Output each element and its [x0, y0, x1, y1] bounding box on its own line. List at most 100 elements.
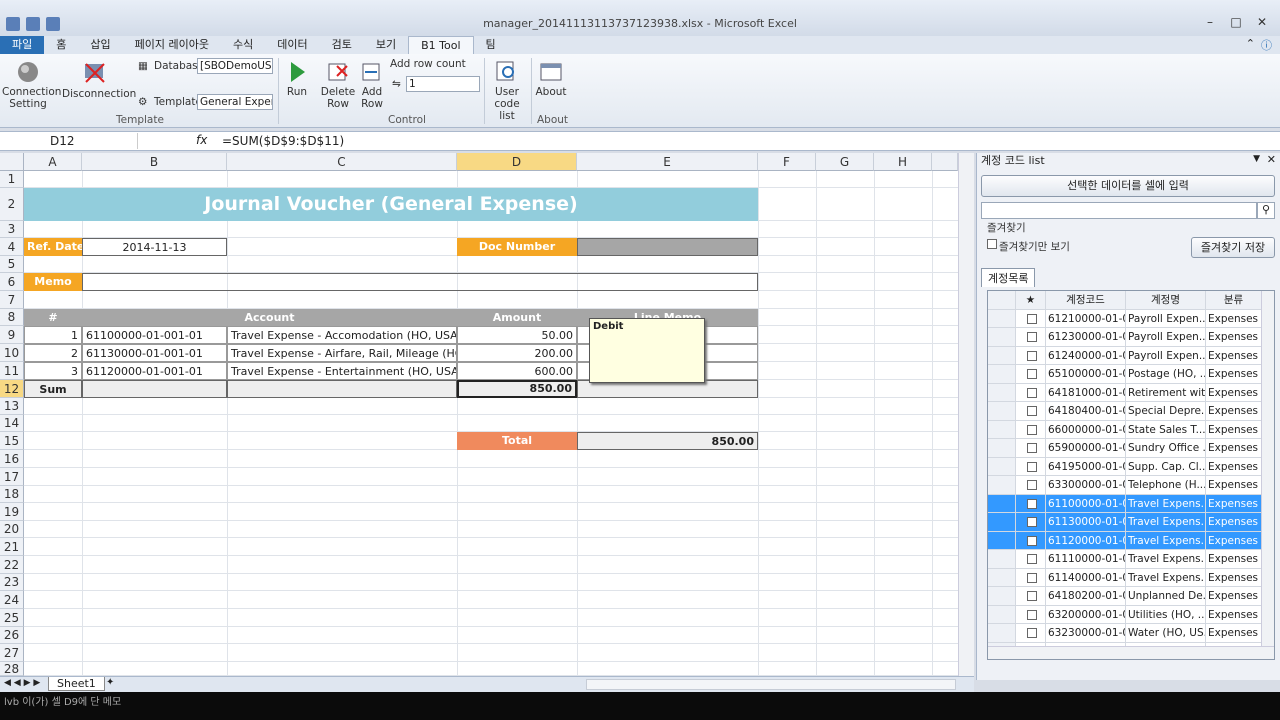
panel-menu-icon[interactable]: ▼ — [1253, 154, 1260, 164]
line-amount[interactable]: 600.00 — [457, 362, 577, 380]
tab-page-layout[interactable]: 페이지 레이아웃 — [123, 36, 221, 54]
template-select[interactable]: General Expen — [197, 94, 273, 110]
save-favorites-button[interactable]: 즐겨찾기 저장 — [1191, 237, 1275, 258]
account-row[interactable]: 65100000-01-0...Postage (HO, ...Expenses — [988, 365, 1262, 384]
row-header[interactable]: 24 — [0, 591, 24, 609]
help-icon[interactable]: ⓘ — [1261, 37, 1272, 53]
fx-icon[interactable]: fx — [196, 133, 207, 147]
select-all-corner[interactable] — [0, 153, 24, 171]
favorite-checkbox[interactable] — [1026, 498, 1037, 509]
row-header[interactable]: 16 — [0, 450, 24, 468]
row-header[interactable]: 27 — [0, 644, 24, 662]
favorite-checkbox[interactable] — [1026, 572, 1037, 583]
tab-b1-tool[interactable]: B1 Tool — [408, 36, 474, 54]
tab-view[interactable]: 보기 — [364, 36, 408, 54]
account-row[interactable]: 63300000-01-0...Telephone (H...Expenses — [988, 476, 1262, 495]
row-header[interactable]: 13 — [0, 398, 24, 415]
favorite-checkbox[interactable] — [1026, 424, 1037, 435]
column-header[interactable]: G — [816, 153, 874, 171]
favorite-checkbox[interactable] — [1026, 387, 1037, 398]
row-header[interactable]: 28 — [0, 662, 24, 676]
connection-setting-button[interactable]: Connection Setting — [2, 60, 61, 110]
favorite-checkbox[interactable] — [1026, 443, 1037, 453]
apply-to-cell-button[interactable]: 선택한 데이터를 셀에 입력 — [981, 175, 1275, 197]
row-header[interactable]: 15 — [0, 432, 24, 450]
row-header[interactable]: 23 — [0, 574, 24, 591]
line-account-name[interactable]: Travel Expense - Entertainment (HO, USA,… — [227, 362, 457, 380]
favorite-checkbox[interactable] — [1026, 461, 1037, 472]
sum-value[interactable]: 850.00 — [457, 380, 577, 398]
tab-home[interactable]: 홈 — [44, 36, 78, 54]
name-box[interactable]: D12 — [2, 133, 138, 149]
row-header[interactable]: 12 — [0, 380, 24, 398]
favorite-checkbox[interactable] — [1026, 332, 1037, 342]
ribbon-collapse-icon[interactable]: ⌃ — [1246, 37, 1255, 53]
tab-team[interactable]: 팀 — [474, 36, 508, 54]
panel-close-icon[interactable]: ✕ — [1267, 153, 1276, 166]
favorite-checkbox[interactable] — [1026, 313, 1037, 324]
total-value[interactable]: 850.00 — [577, 432, 758, 450]
account-row[interactable]: 61140000-01-0...Travel Expens...Expenses — [988, 568, 1262, 587]
add-row-count-input[interactable]: 1 — [406, 76, 480, 92]
account-row[interactable]: 64180400-01-0...Special Depre...Expenses — [988, 402, 1262, 421]
line-number[interactable]: 3 — [24, 362, 82, 380]
column-header[interactable]: D — [457, 153, 577, 171]
favorites-only-checkbox[interactable] — [987, 239, 997, 249]
column-header[interactable]: B — [82, 153, 227, 171]
tab-formulas[interactable]: 수식 — [221, 36, 265, 54]
account-row[interactable]: 64195000-01-0...Supp. Cap. Cl...Expenses — [988, 457, 1262, 476]
favorite-checkbox[interactable] — [1026, 406, 1037, 416]
memo-value[interactable] — [82, 273, 758, 291]
run-button[interactable]: Run — [283, 60, 311, 98]
account-row[interactable]: 61130000-01-0...Travel Expens...Expenses — [988, 513, 1262, 532]
row-header[interactable]: 26 — [0, 627, 24, 644]
row-header[interactable]: 6 — [0, 273, 24, 291]
favorite-checkbox[interactable] — [1026, 591, 1037, 601]
line-account-name[interactable]: Travel Expense - Accomodation (HO, USA, … — [227, 326, 457, 344]
row-header[interactable]: 20 — [0, 521, 24, 538]
sheet-nav-arrows[interactable]: ◀ ◀ ▶ ▶ — [4, 678, 40, 688]
column-header[interactable]: H — [874, 153, 932, 171]
grid-header-code[interactable]: 계정코드 — [1046, 291, 1126, 309]
line-account-code[interactable]: 61120000-01-001-01 — [82, 362, 227, 380]
line-account-code[interactable]: 61100000-01-001-01 — [82, 326, 227, 344]
favorite-checkbox[interactable] — [1026, 369, 1037, 379]
account-row[interactable]: 61100000-01-0...Travel Expens...Expenses — [988, 494, 1262, 513]
row-header[interactable]: 5 — [0, 256, 24, 273]
disconnection-button[interactable]: Disconnection — [62, 60, 136, 100]
favorite-checkbox[interactable] — [1026, 350, 1037, 361]
favorite-checkbox[interactable] — [1026, 609, 1037, 620]
search-input[interactable] — [981, 202, 1257, 219]
search-icon[interactable]: ⚲ — [1257, 202, 1275, 219]
row-header[interactable]: 3 — [0, 221, 24, 238]
column-header[interactable]: A — [24, 153, 82, 171]
column-header[interactable]: E — [577, 153, 758, 171]
column-header[interactable]: F — [758, 153, 816, 171]
grid-header-name[interactable]: 계정명 — [1126, 291, 1206, 309]
row-header[interactable]: 10 — [0, 344, 24, 362]
sheet-tab[interactable]: Sheet1 — [48, 677, 105, 691]
formula-input[interactable]: =SUM($D$9:$D$11) — [222, 133, 344, 149]
doc-number-value[interactable] — [577, 238, 758, 256]
account-row[interactable]: 61210000-01-0...Payroll Expen...Expenses — [988, 309, 1262, 328]
add-row-button[interactable]: Add Row — [356, 60, 388, 110]
account-row[interactable]: 63230000-01-0...Water (HO, US...Expenses — [988, 624, 1262, 643]
delete-row-button[interactable]: Delete Row — [320, 60, 356, 110]
horizontal-scrollbar[interactable] — [586, 679, 956, 690]
row-header[interactable]: 2 — [0, 188, 24, 221]
row-header[interactable]: 1 — [0, 171, 24, 188]
row-header[interactable]: 4 — [0, 238, 24, 256]
row-header[interactable]: 11 — [0, 362, 24, 380]
favorite-checkbox[interactable] — [1026, 480, 1037, 490]
line-number[interactable]: 2 — [24, 344, 82, 362]
row-header[interactable]: 14 — [0, 415, 24, 432]
grid-header-star[interactable]: ★ — [1016, 291, 1046, 309]
maximize-button[interactable]: □ — [1224, 15, 1248, 33]
account-row[interactable]: 61120000-01-0...Travel Expens...Expenses — [988, 531, 1262, 550]
line-account-name[interactable]: Travel Expense - Airfare, Rail, Mileage … — [227, 344, 457, 362]
user-code-list-button[interactable]: User code list — [486, 60, 528, 122]
grid-header-type[interactable]: 분류 — [1206, 291, 1262, 309]
line-amount[interactable]: 50.00 — [457, 326, 577, 344]
minimize-button[interactable]: – — [1198, 15, 1222, 33]
row-header[interactable]: 22 — [0, 556, 24, 574]
